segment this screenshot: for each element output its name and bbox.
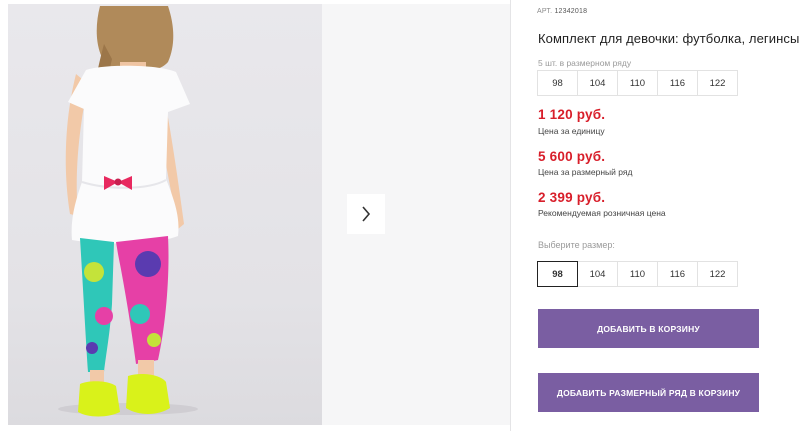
size-run-item: 104: [577, 70, 618, 96]
size-option-122[interactable]: 122: [697, 261, 738, 287]
sku-label: АРТ.: [537, 8, 553, 15]
size-run-item: 122: [697, 70, 738, 96]
retail-price: 2 399 руб.: [538, 190, 606, 205]
size-run-item: 98: [537, 70, 578, 96]
size-option-110[interactable]: 110: [617, 261, 658, 287]
retail-price-label: Рекомендуемая розничная цена: [538, 208, 666, 218]
size-run-item: 110: [617, 70, 658, 96]
run-price-label: Цена за размерный ряд: [538, 167, 633, 177]
add-to-cart-button[interactable]: ДОБАВИТЬ В КОРЗИНУ: [538, 309, 759, 348]
sku-value: 12342018: [554, 8, 588, 15]
size-option-116[interactable]: 116: [657, 261, 698, 287]
add-size-run-to-cart-button[interactable]: ДОБАВИТЬ РАЗМЕРНЫЙ РЯД В КОРЗИНУ: [538, 373, 759, 412]
product-page: АРТ. 12342018 Комплект для девочки: футб…: [0, 0, 800, 431]
column-divider: [510, 0, 511, 431]
run-price: 5 600 руб.: [538, 149, 606, 164]
chevron-right-icon: [362, 206, 371, 222]
size-run-label: 5 шт. в размерном ряду: [538, 58, 632, 68]
choose-size-label: Выберите размер:: [538, 240, 615, 250]
product-gallery: [0, 0, 510, 431]
size-run-item: 116: [657, 70, 698, 96]
girl-illustration: [58, 6, 198, 417]
product-photo[interactable]: [8, 4, 322, 425]
size-option-104[interactable]: 104: [577, 261, 618, 287]
next-image-button[interactable]: [347, 194, 385, 234]
size-run-list: 98 104 110 116 122: [537, 70, 738, 96]
product-title: Комплект для девочки: футболка, легинсы: [538, 31, 800, 46]
unit-price: 1 120 руб.: [538, 107, 606, 122]
size-option-98[interactable]: 98: [537, 261, 578, 287]
unit-price-label: Цена за единицу: [538, 126, 605, 136]
sku-line: АРТ. 12342018: [537, 8, 587, 15]
size-selector: 98 104 110 116 122: [537, 261, 738, 287]
